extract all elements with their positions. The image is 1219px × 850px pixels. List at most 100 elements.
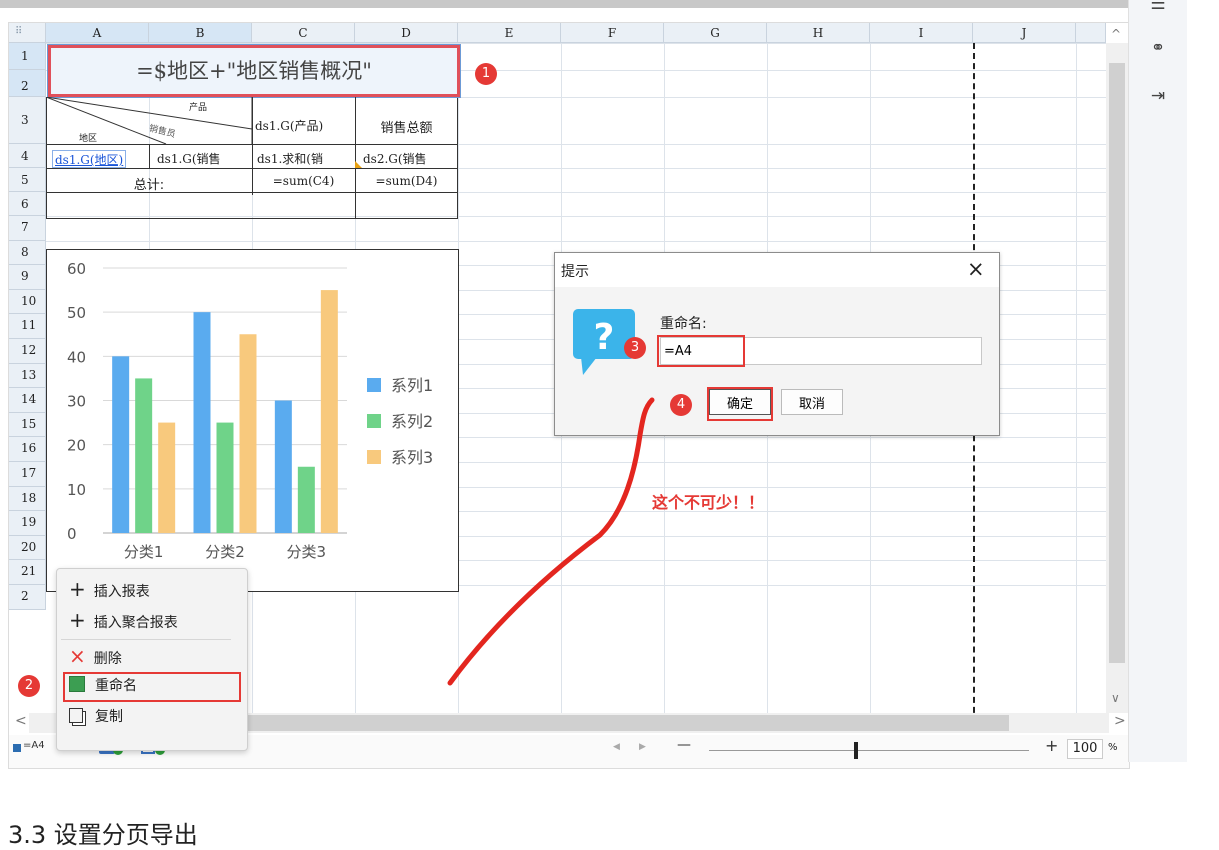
row-header-18[interactable]: 18 [9, 486, 46, 512]
col-header-j[interactable]: J [973, 23, 1076, 43]
vertical-scrollbar-thumb[interactable] [1109, 63, 1125, 663]
y-tick-label: 10 [67, 481, 86, 499]
legend-label: 系列1 [391, 376, 433, 395]
sheet-context-menu[interactable]: + 插入报表 + 插入聚合报表 × 删除 重命名 复制 [56, 568, 248, 751]
legend-swatch [367, 450, 381, 464]
x-tick-label: 分类2 [205, 543, 245, 561]
col-header-c[interactable]: C [252, 23, 355, 43]
rename-item-highlight [63, 672, 241, 702]
cell-d4[interactable]: ds2.G(销售 [363, 150, 458, 167]
cell-c5[interactable]: =sum(C4) [252, 174, 355, 188]
cell-element-icon[interactable]: ☰ [1147, 0, 1169, 16]
y-tick-label: 30 [67, 393, 86, 411]
bar-2-1 [135, 378, 153, 533]
cell-c3[interactable]: ds1.G(产品) [255, 117, 355, 134]
next-sheet-arrow[interactable]: ▶ [639, 742, 646, 752]
bar-3-2 [239, 334, 257, 533]
col-header-d[interactable]: D [355, 23, 458, 43]
annotation-stroke [447, 397, 655, 686]
dialog-title: 提示 [561, 264, 589, 280]
row-header-1[interactable]: 1 [9, 43, 46, 70]
copy-icon [69, 708, 83, 723]
menu-item-insert-aggregate-report[interactable]: + 插入聚合报表 [69, 609, 178, 631]
col-header-h[interactable]: H [767, 23, 870, 43]
step-badge-4: 4 [670, 394, 692, 416]
bar-chart[interactable]: 0 10 20 30 40 50 60 分类1 分类2 分类3 系列1 系列2 系列3 [47, 250, 458, 591]
diagonal-header-cell[interactable] [46, 97, 252, 144]
cell-a5[interactable]: 总计: [46, 174, 252, 193]
scroll-down-arrow[interactable]: ∨ [1111, 691, 1120, 705]
dialog-titlebar[interactable] [555, 253, 999, 287]
zoom-value-field[interactable]: 100 [1067, 739, 1103, 759]
rename-input-highlight [657, 335, 745, 367]
row-header-9[interactable]: 9 [9, 265, 46, 290]
row-header-7[interactable]: 7 [9, 216, 46, 241]
legend-label: 系列2 [391, 412, 433, 431]
row-header-13[interactable]: 13 [9, 363, 46, 389]
row-header-16[interactable]: 16 [9, 437, 46, 462]
x-tick-label: 分类1 [124, 543, 164, 561]
zoom-slider-thumb[interactable] [854, 742, 858, 759]
sheet-tab[interactable]: =A4 [23, 740, 45, 751]
row-header-3[interactable]: 3 [9, 97, 46, 144]
row-header-15[interactable]: 15 [9, 412, 46, 438]
sheet-tab-icon [13, 744, 21, 752]
row-header-4[interactable]: 4 [9, 144, 46, 168]
row-header-21[interactable]: 21 [9, 560, 46, 585]
row-header-8[interactable]: 8 [9, 240, 46, 266]
plus-icon: + [69, 577, 86, 601]
menu-item-copy[interactable]: 复制 [69, 706, 123, 728]
title-cell[interactable]: =$地区+"地区销售概况" [47, 44, 461, 98]
horizontal-scrollbar-thumb[interactable] [239, 715, 1009, 731]
col-header-i[interactable]: I [870, 23, 973, 43]
row-header-2[interactable]: 2 [9, 70, 46, 97]
right-margin [1187, 0, 1219, 762]
cell-c4[interactable]: ds1.求和(销 [257, 150, 355, 167]
y-tick-label: 60 [67, 260, 86, 278]
col-header-f[interactable]: F [561, 23, 664, 43]
row-header-6[interactable]: 6 [9, 192, 46, 216]
select-all-corner[interactable]: ⠿ [9, 23, 46, 43]
zoom-in-button[interactable]: + [1045, 736, 1058, 755]
row-header-12[interactable]: 12 [9, 339, 46, 364]
cell-b4[interactable]: ds1.G(销售 [157, 150, 252, 167]
cell-d5[interactable]: =sum(D4) [355, 174, 458, 188]
legend-label: 系列3 [391, 448, 433, 467]
col-header-b[interactable]: B [149, 23, 252, 43]
grid-row-line [46, 240, 1116, 242]
step-badge-3: 3 [624, 337, 646, 359]
row-header-19[interactable]: 19 [9, 511, 46, 536]
cancel-button[interactable]: 取消 [781, 389, 843, 415]
col-header-a[interactable]: A [46, 23, 149, 43]
row-header-22[interactable]: 2 [9, 585, 46, 610]
scroll-left-arrow[interactable]: < [15, 713, 27, 729]
cell-a4[interactable]: ds1.G(地区) [52, 150, 127, 168]
confirm-button-highlight [707, 387, 773, 421]
hyperlink-icon[interactable]: ⚭ [1147, 38, 1169, 60]
zoom-slider-track[interactable] [709, 750, 1029, 751]
row-header-17[interactable]: 17 [9, 462, 46, 487]
menu-item-delete[interactable]: × 删除 [69, 645, 122, 667]
cell-d3[interactable]: 销售总额 [355, 117, 458, 136]
dialog-close-button[interactable]: × [967, 257, 985, 281]
col-header-g[interactable]: G [664, 23, 767, 43]
legend-swatch [367, 414, 381, 428]
zoom-out-button[interactable]: — [677, 737, 691, 753]
col-header-e[interactable]: E [458, 23, 561, 43]
y-tick-label: 0 [67, 525, 77, 543]
row-header-11[interactable]: 11 [9, 314, 46, 339]
bar-1-3 [274, 400, 292, 533]
prev-sheet-arrow[interactable]: ◀ [613, 742, 620, 752]
row-header-20[interactable]: 20 [9, 535, 46, 561]
row-header-5[interactable]: 5 [9, 168, 46, 192]
row-header-10[interactable]: 10 [9, 289, 46, 315]
menu-item-insert-report[interactable]: + 插入报表 [69, 578, 150, 600]
svg-text:?: ? [594, 317, 615, 358]
scroll-right-arrow[interactable]: > [1114, 713, 1126, 729]
row-header-14[interactable]: 14 [9, 388, 46, 413]
chart-frame[interactable]: 0 10 20 30 40 50 60 分类1 分类2 分类3 系列1 系列2 系列3 [46, 249, 459, 592]
import-icon[interactable]: ⇥ [1147, 86, 1169, 108]
scroll-up-arrow[interactable]: ^ [1111, 27, 1121, 41]
menu-item-label: 删除 [93, 651, 122, 667]
grid-row-line [46, 43, 1116, 44]
